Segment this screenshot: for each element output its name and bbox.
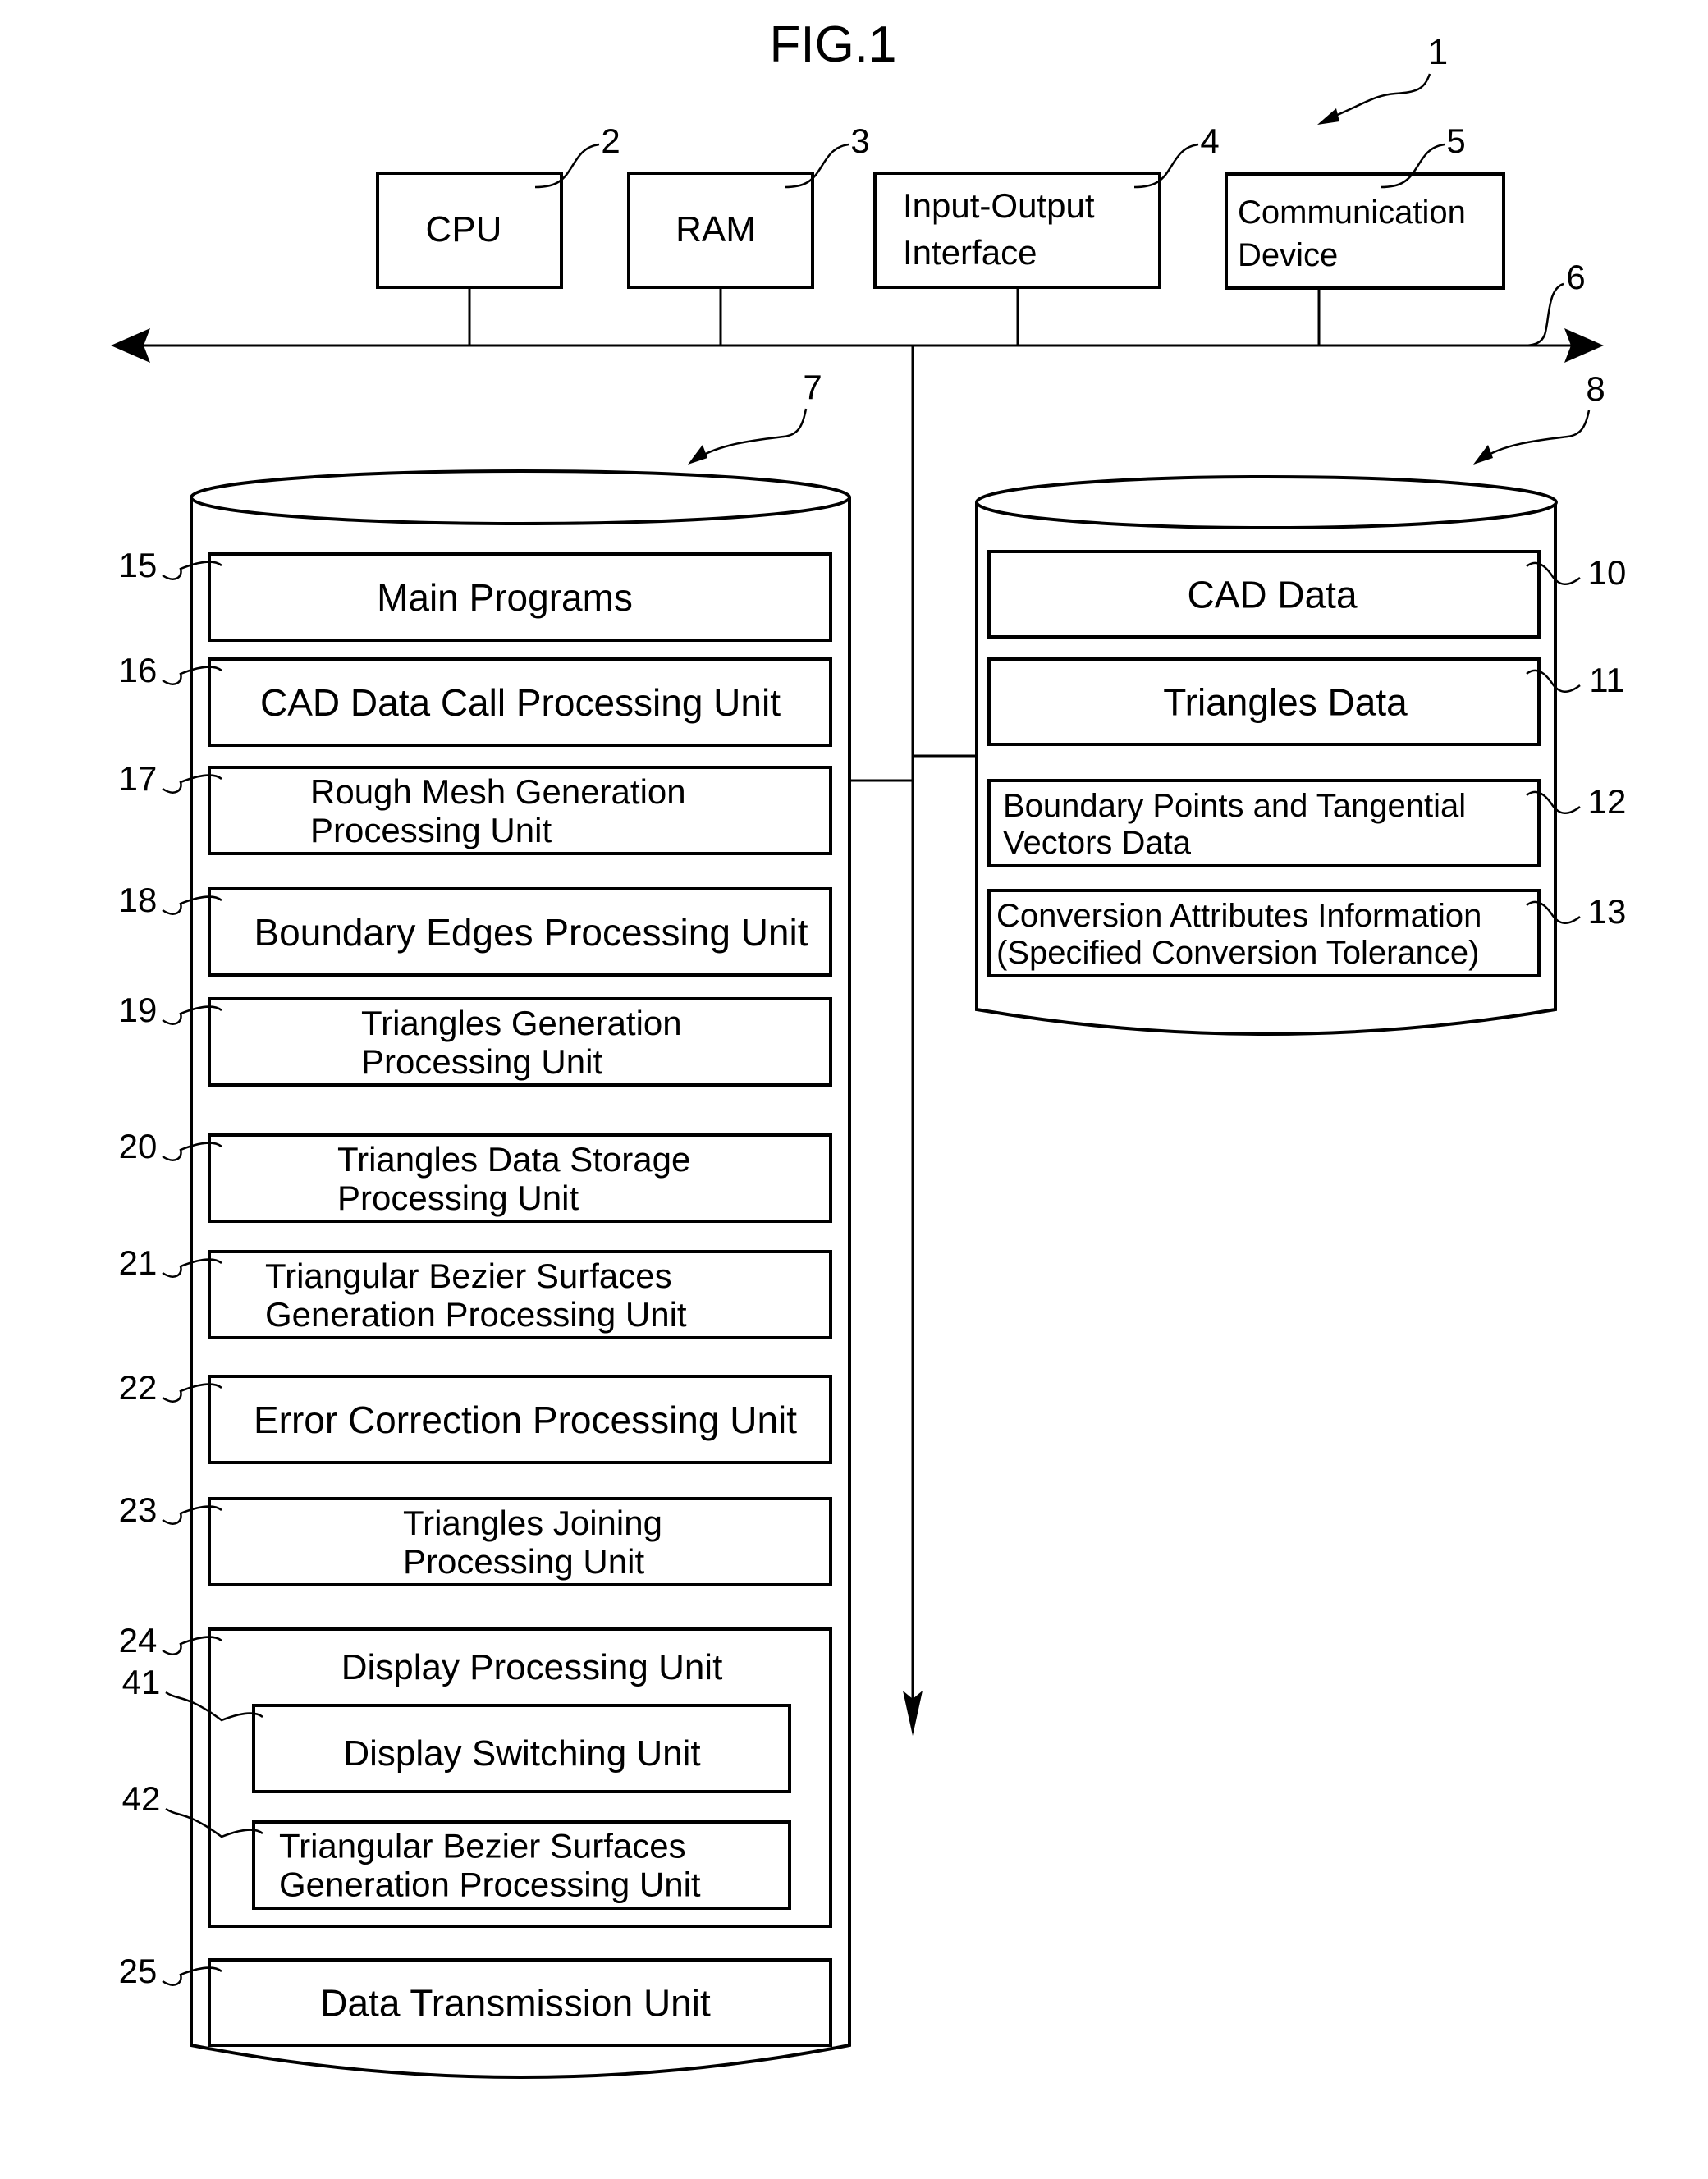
ref-label-16: 16 — [119, 651, 158, 689]
comm-label-line2: Device — [1238, 237, 1338, 273]
ref-label-21: 21 — [119, 1243, 158, 1282]
data-item-13: Conversion Attributes Information(Specif… — [987, 889, 1627, 977]
program-unit-25: Data Transmission Unit 25 — [119, 1952, 832, 2047]
ref-label-4: 4 — [1200, 121, 1219, 160]
ref-leader-7 — [695, 408, 808, 461]
data-item-12: Boundary Points and TangentialVectors Da… — [987, 779, 1627, 867]
ref-label-41: 41 — [122, 1663, 161, 1701]
ref-arrowhead-1 — [1317, 108, 1339, 125]
program-unit-21: Triangular Bezier SurfacesGeneration Pro… — [119, 1243, 832, 1339]
program-unit-24-label-line1: Display Processing Unit — [341, 1647, 723, 1687]
ref-leader-6 — [1526, 282, 1564, 347]
program-unit-15: Main Programs 15 — [119, 546, 832, 642]
ram-label: RAM — [675, 209, 756, 249]
ref-label-17: 17 — [119, 759, 158, 798]
io-label-line2: Interface — [903, 233, 1037, 272]
program-unit-20-label-line1: Triangles Data Storage — [337, 1140, 690, 1179]
ref-label-19: 19 — [119, 991, 158, 1029]
ref-label-8: 8 — [1586, 369, 1605, 408]
program-unit-15-label-line1: Main Programs — [377, 576, 633, 619]
program-unit-21-label-line1: Triangular Bezier Surfaces — [265, 1257, 672, 1295]
io-interface-block: Input-Output Interface — [873, 172, 1161, 289]
program-subunit-42-label-line1: Triangular Bezier Surfaces — [279, 1827, 686, 1865]
ref-label-10: 10 — [1588, 553, 1627, 592]
program-unit-23-label-line2: Processing Unit — [403, 1542, 644, 1581]
program-unit-17: Rough Mesh GenerationProcessing Unit 17 — [119, 759, 832, 855]
program-units: Main Programs 15 CAD Data Call Processing … — [119, 546, 832, 2047]
program-unit-17-label-line2: Processing Unit — [310, 811, 552, 849]
program-unit-23-label-line1: Triangles Joining — [403, 1504, 662, 1542]
communication-device-block: Communication Device — [1225, 172, 1505, 290]
program-unit-17-label-line1: Rough Mesh Generation — [310, 772, 686, 811]
program-subunit-41-label-line1: Display Switching Unit — [343, 1733, 700, 1774]
ref-arrowhead-8 — [1473, 445, 1493, 465]
cpu-label: CPU — [426, 209, 502, 249]
ref-leader-8 — [1481, 410, 1591, 460]
ref-label-18: 18 — [119, 881, 158, 919]
ref-label-2: 2 — [601, 121, 620, 160]
ref-label-20: 20 — [119, 1127, 158, 1165]
ref-label-1: 1 — [1428, 32, 1448, 72]
ref-label-6: 6 — [1566, 258, 1585, 296]
program-unit-20: Triangles Data StorageProcessing Unit 20 — [119, 1127, 832, 1223]
program-unit-23: Triangles JoiningProcessing Unit 23 — [119, 1490, 832, 1586]
program-unit-19: Triangles GenerationProcessing Unit 19 — [119, 991, 832, 1087]
program-unit-20-label-line2: Processing Unit — [337, 1179, 579, 1217]
ref-label-42: 42 — [122, 1779, 161, 1818]
ref-label-25: 25 — [119, 1952, 158, 1990]
data-item-10-label-line1: CAD Data — [1187, 574, 1357, 616]
program-unit-24: Display Processing Unit Display Switching… — [119, 1621, 832, 1928]
data-item-11: Triangles Data 11 — [987, 657, 1625, 746]
ram-block: RAM — [627, 172, 814, 289]
data-item-11-label-line1: Triangles Data — [1163, 681, 1408, 724]
ref-leader-1 — [1327, 73, 1431, 121]
program-unit-18: Boundary Edges Processing Unit 18 — [119, 881, 832, 977]
system-block-diagram: FIG.1 1 CPU RAM Input-Output Interface C… — [111, 16, 1627, 2079]
ref-label-13: 13 — [1588, 892, 1627, 931]
data-item-13-label-line1: Conversion Attributes Information — [996, 898, 1481, 934]
program-unit-16-label-line1: CAD Data Call Processing Unit — [260, 681, 781, 724]
data-item-12-label-line2: Vectors Data — [1003, 825, 1192, 861]
program-unit-19-label-line1: Triangles Generation — [361, 1004, 682, 1042]
ref-arrowhead-7 — [688, 445, 707, 465]
io-label-line1: Input-Output — [903, 186, 1095, 225]
ref-label-5: 5 — [1446, 121, 1465, 160]
data-item-10: CAD Data 10 — [987, 550, 1627, 639]
ref-label-22: 22 — [119, 1368, 158, 1407]
ref-label-3: 3 — [850, 121, 869, 160]
ref-label-23: 23 — [119, 1490, 158, 1529]
ref-label-7: 7 — [803, 368, 822, 406]
program-unit-22-label-line1: Error Correction Processing Unit — [254, 1398, 797, 1441]
comm-label-line1: Communication — [1238, 195, 1466, 231]
ref-label-12: 12 — [1588, 782, 1627, 821]
ref-label-24: 24 — [119, 1621, 158, 1659]
program-unit-18-label-line1: Boundary Edges Processing Unit — [254, 911, 808, 954]
data-item-13-label-line2: (Specified Conversion Tolerance) — [996, 935, 1479, 971]
cpu-block: CPU — [376, 172, 563, 289]
program-unit-25-label-line1: Data Transmission Unit — [320, 1982, 711, 2025]
ref-label-15: 15 — [119, 546, 158, 584]
program-unit-19-label-line2: Processing Unit — [361, 1042, 602, 1081]
program-unit-16: CAD Data Call Processing Unit 16 — [119, 651, 832, 747]
program-unit-21-label-line2: Generation Processing Unit — [265, 1295, 687, 1334]
figure-title: FIG.1 — [769, 16, 896, 73]
program-unit-22: Error Correction Processing Unit 22 — [119, 1368, 832, 1464]
ref-label-11: 11 — [1589, 661, 1625, 699]
program-subunit-42-label-line2: Generation Processing Unit — [279, 1865, 701, 1904]
data-item-12-label-line1: Boundary Points and Tangential — [1003, 788, 1466, 824]
